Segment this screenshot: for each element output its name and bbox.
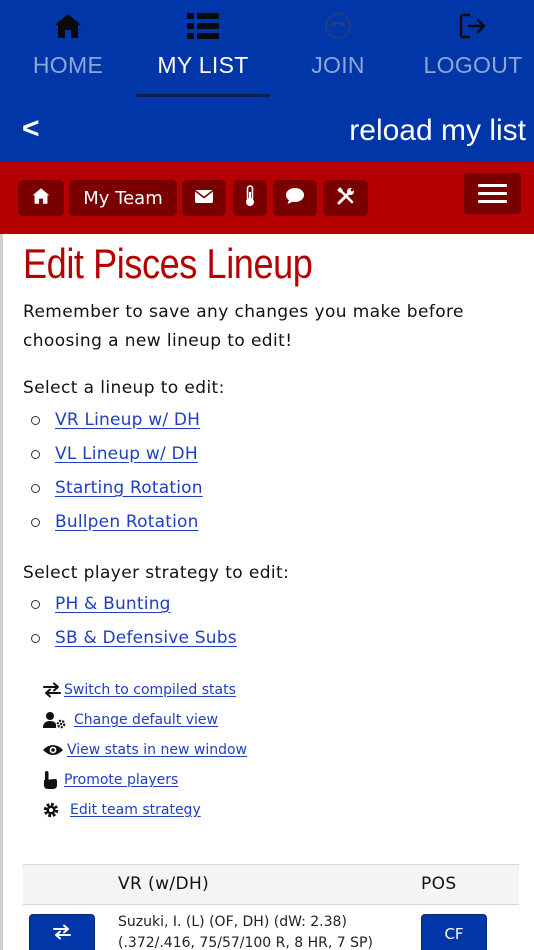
switch-compiled-stats-link[interactable]: Switch to compiled stats — [64, 682, 236, 698]
nav-join[interactable]: JOIN — [271, 0, 405, 98]
list-item: VL Lineup w/ DH — [31, 442, 198, 466]
messages-button[interactable] — [182, 180, 226, 216]
active-tab-indicator — [136, 94, 270, 97]
thermometer-icon — [244, 185, 256, 211]
thermometer-button[interactable] — [233, 180, 267, 216]
nav-home-label: HOME — [32, 52, 104, 78]
list-item: Starting Rotation — [31, 476, 203, 500]
tool-promote: Promote players — [42, 769, 178, 791]
content-border — [0, 234, 3, 950]
logout-icon — [406, 12, 534, 42]
home-icon — [31, 187, 51, 209]
menu-toggle-button[interactable] — [464, 173, 521, 214]
top-nav: HOME MY LIST JOIN LOGOUT < reload my lis… — [0, 0, 534, 162]
comment-icon — [285, 187, 305, 209]
lineup-link-starting-rotation[interactable]: Starting Rotation — [55, 478, 203, 498]
join-icon — [271, 12, 405, 42]
tools-icon — [336, 186, 356, 210]
tool-switch-stats: Switch to compiled stats — [42, 679, 236, 701]
bullet — [31, 415, 40, 425]
nav-join-label: JOIN — [311, 52, 365, 78]
position-button[interactable]: CF — [421, 914, 487, 950]
strategy-link-sb-defensive-subs[interactable]: SB & Defensive Subs — [55, 628, 237, 648]
column-header-lineup: VR (w/DH) — [118, 874, 210, 894]
page-title: Edit Pisces Lineup — [23, 240, 313, 287]
list-item: VR Lineup w/ DH — [31, 408, 200, 432]
save-reminder-text: Remember to save any changes you make be… — [23, 302, 464, 351]
swap-player-button[interactable] — [29, 914, 95, 950]
my-team-label: My Team — [83, 187, 163, 209]
eye-icon — [42, 740, 67, 760]
edit-team-strategy-link[interactable]: Edit team strategy — [70, 802, 201, 818]
gear-icon — [42, 800, 70, 820]
swap-icon — [42, 680, 64, 700]
chat-button[interactable] — [273, 180, 317, 216]
promote-players-link[interactable]: Promote players — [64, 772, 178, 788]
nav-logout-label: LOGOUT — [423, 52, 523, 78]
change-default-view-link[interactable]: Change default view — [74, 712, 218, 728]
envelope-icon — [194, 188, 214, 208]
lineup-heading: Select a lineup to edit: — [23, 378, 225, 398]
reload-my-list-link[interactable]: reload my list — [349, 114, 526, 148]
team-home-button[interactable] — [18, 180, 64, 216]
lineup-link-vl[interactable]: VL Lineup w/ DH — [55, 444, 198, 464]
strategy-link-ph-bunting[interactable]: PH & Bunting — [55, 594, 171, 614]
player-name: Suzuki, I. (L) (OF, DH) (dW: 2.38) — [118, 914, 347, 930]
tools-button[interactable] — [323, 180, 368, 216]
pointer-hand-icon — [42, 770, 64, 790]
nav-home[interactable]: HOME — [1, 0, 135, 98]
player-stats: (.372/.416, 75/57/100 R, 8 HR, 7 SP) — [118, 935, 373, 950]
list-icon — [136, 12, 270, 42]
bullet — [31, 483, 40, 493]
nav-my-list[interactable]: MY LIST — [136, 0, 270, 98]
view-stats-new-window-link[interactable]: View stats in new window — [67, 742, 247, 758]
lineup-link-bullpen-rotation[interactable]: Bullpen Rotation — [55, 512, 199, 532]
strategy-heading: Select player strategy to edit: — [23, 563, 290, 583]
bullet — [31, 633, 40, 643]
list-item: SB & Defensive Subs — [31, 626, 237, 650]
bullet — [31, 449, 40, 459]
tool-change-view: Change default view — [42, 709, 218, 731]
my-team-button[interactable]: My Team — [69, 180, 177, 216]
nav-logout[interactable]: LOGOUT — [406, 0, 534, 98]
bullet — [31, 599, 40, 609]
swap-icon — [52, 924, 72, 944]
nav-my-list-label: MY LIST — [157, 52, 249, 78]
tool-new-window: View stats in new window — [42, 739, 247, 761]
lineup-link-vr[interactable]: VR Lineup w/ DH — [55, 410, 200, 430]
column-header-pos: POS — [421, 874, 457, 894]
bullet — [31, 517, 40, 527]
back-button[interactable]: < — [22, 112, 40, 146]
main-nav: HOME MY LIST JOIN LOGOUT — [0, 0, 534, 98]
home-icon — [1, 12, 135, 42]
user-cog-icon — [42, 710, 74, 730]
tool-team-strategy: Edit team strategy — [42, 799, 201, 821]
list-item: PH & Bunting — [31, 592, 171, 616]
list-item: Bullpen Rotation — [31, 510, 199, 534]
